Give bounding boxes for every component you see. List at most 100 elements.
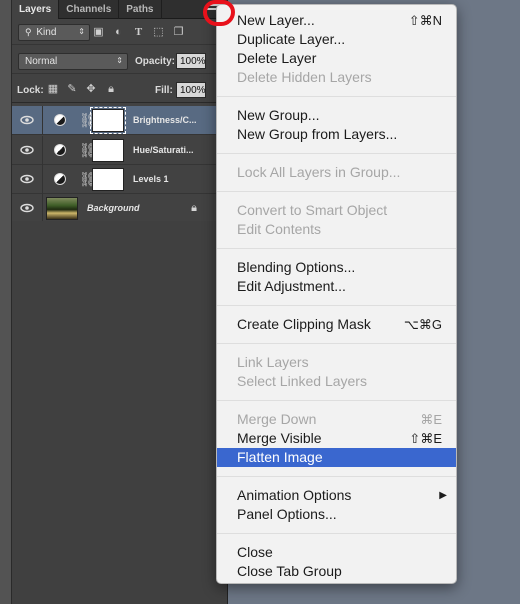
visibility-eye-icon[interactable]	[20, 174, 34, 184]
menu-item-flatten-image[interactable]: Flatten Image	[217, 448, 456, 467]
menu-item-close-tab-group[interactable]: Close Tab Group	[217, 562, 456, 581]
visibility-eye-icon[interactable]	[20, 203, 34, 213]
menu-item-label: New Layer...	[237, 12, 315, 28]
layer-name: Hue/Saturati...	[133, 145, 194, 155]
layer-row-background[interactable]: Background 🔒︎	[12, 194, 227, 223]
lock-all-icon[interactable]: 🔒︎	[105, 83, 117, 95]
menu-item-label: New Group...	[237, 107, 320, 123]
layers-panel-flyout-menu: New Layer... ⇧⌘N Duplicate Layer... Delete …	[216, 4, 457, 584]
opacity-input[interactable]: 100%	[176, 53, 206, 69]
menu-item-blending-options[interactable]: Blending Options...	[217, 258, 456, 277]
menu-item-new-layer[interactable]: New Layer... ⇧⌘N	[217, 11, 456, 30]
menu-item-new-group-from-layers[interactable]: New Group from Layers...	[217, 125, 456, 144]
lock-image-pixels-icon[interactable]: ✎	[66, 83, 78, 95]
menu-item-label: Close	[237, 544, 273, 560]
type-filter-icon[interactable]: T	[132, 26, 145, 38]
menu-item-label: Link Layers	[237, 354, 309, 370]
menu-item-delete-layer[interactable]: Delete Layer	[217, 49, 456, 68]
tab-paths[interactable]: Paths	[119, 0, 162, 19]
menu-separator	[217, 524, 456, 543]
menu-item-new-group[interactable]: New Group...	[217, 106, 456, 125]
menu-item-convert-to-smart-object[interactable]: Convert to Smart Object	[217, 201, 456, 220]
visibility-eye-icon[interactable]	[20, 145, 34, 155]
menu-item-label: Select Linked Layers	[237, 373, 367, 389]
divider	[42, 165, 43, 194]
lock-row: Lock: ▦ ✎ ✥ 🔒︎ Fill: 100%	[12, 77, 227, 103]
menu-separator	[217, 391, 456, 410]
menu-item-delete-hidden-layers[interactable]: Delete Hidden Layers	[217, 68, 456, 87]
menu-item-merge-visible[interactable]: Merge Visible ⇧⌘E	[217, 429, 456, 448]
filter-kind-label: Kind	[36, 27, 57, 38]
smart-object-filter-icon[interactable]: ❐	[172, 26, 185, 38]
menu-item-label: Merge Visible	[237, 430, 322, 446]
tab-layers[interactable]: Layers	[12, 0, 60, 19]
search-icon: ⚲	[25, 27, 32, 37]
adjustment-filter-icon[interactable]: ◐	[112, 26, 125, 38]
menu-item-label: Lock All Layers in Group...	[237, 164, 401, 180]
layer-row-levels[interactable]: ⛓︎ Levels 1	[12, 165, 227, 194]
menu-item-edit-contents[interactable]: Edit Contents	[217, 220, 456, 239]
menu-item-edit-adjustment[interactable]: Edit Adjustment...	[217, 277, 456, 296]
menu-item-label: Delete Hidden Layers	[237, 69, 372, 85]
divider	[42, 106, 43, 135]
adjustment-layer-icon	[54, 173, 66, 185]
annotation-circle	[203, 0, 235, 26]
menu-item-animation-options[interactable]: Animation Options ▶	[217, 486, 456, 505]
menu-item-label: Edit Contents	[237, 221, 322, 237]
lock-position-icon[interactable]: ✥	[85, 83, 97, 95]
menu-item-panel-options[interactable]: Panel Options...	[217, 505, 456, 524]
menu-item-label: Convert to Smart Object	[237, 202, 388, 218]
menu-separator	[217, 296, 456, 315]
pixel-filter-icon[interactable]: ▣	[92, 26, 105, 38]
menu-item-duplicate-layer[interactable]: Duplicate Layer...	[217, 30, 456, 49]
menu-item-shortcut: ⌘E	[420, 412, 442, 427]
menu-item-lock-all-layers-in-group[interactable]: Lock All Layers in Group...	[217, 163, 456, 182]
menu-item-select-linked-layers[interactable]: Select Linked Layers	[217, 372, 456, 391]
menu-item-create-clipping-mask[interactable]: Create Clipping Mask ⌥⌘G	[217, 315, 456, 334]
divider	[42, 194, 43, 223]
tab-channels[interactable]: Channels	[59, 0, 120, 19]
blend-row: Normal ⇕ Opacity: 100%	[12, 48, 227, 74]
updown-arrow-icon: ⇕	[116, 56, 123, 65]
shape-filter-icon[interactable]: ⬚	[152, 26, 165, 38]
adjustment-layer-icon	[54, 114, 66, 126]
menu-item-label: Duplicate Layer...	[237, 31, 346, 47]
layer-name: Levels 1	[133, 174, 169, 184]
menu-item-label: Close Tab Group	[237, 563, 342, 579]
menu-item-label: Blending Options...	[237, 259, 356, 275]
filter-kind-select[interactable]: ⚲ Kind ⇕	[18, 24, 90, 41]
layer-name: Brightness/C...	[133, 115, 197, 125]
menu-item-label: Animation Options	[237, 487, 352, 503]
menu-item-merge-down[interactable]: Merge Down ⌘E	[217, 410, 456, 429]
panel-dock-strip	[0, 0, 12, 604]
layers-panel: Layers Channels Paths ⚲ Kind ⇕ ▣ ◐ T ⬚ ❐…	[0, 0, 228, 604]
menu-separator	[217, 239, 456, 258]
menu-separator	[217, 334, 456, 353]
panel-tabs: Layers Channels Paths	[12, 0, 227, 19]
menu-item-shortcut: ⇧⌘N	[408, 13, 442, 28]
blend-mode-value: Normal	[25, 56, 58, 67]
link-chain-icon: ⛓︎	[79, 171, 97, 187]
updown-arrow-icon: ⇕	[78, 27, 85, 36]
layer-image-thumbnail[interactable]	[46, 197, 78, 220]
visibility-eye-icon[interactable]	[20, 115, 34, 125]
link-chain-icon: ⛓︎	[79, 112, 97, 128]
fill-input[interactable]: 100%	[176, 82, 206, 98]
menu-item-close[interactable]: Close	[217, 543, 456, 562]
submenu-arrow-icon: ▶	[439, 490, 447, 501]
blend-mode-select[interactable]: Normal ⇕	[18, 53, 128, 70]
menu-item-label: Flatten Image	[237, 449, 323, 465]
menu-item-shortcut: ⇧⌘E	[409, 431, 442, 446]
layer-mask-thumbnail[interactable]	[90, 107, 126, 134]
adjustment-layer-icon	[54, 144, 66, 156]
layer-row-brightness[interactable]: ⛓︎ Brightness/C...	[12, 106, 227, 135]
menu-separator	[217, 182, 456, 201]
layer-mask-thumbnail[interactable]	[92, 139, 124, 162]
menu-item-link-layers[interactable]: Link Layers	[217, 353, 456, 372]
fill-label: Fill:	[155, 85, 173, 96]
layer-row-hue-saturation[interactable]: ⛓︎ Hue/Saturati...	[12, 136, 227, 165]
layer-mask-thumbnail[interactable]	[92, 168, 124, 191]
lock-transparent-pixels-icon[interactable]: ▦	[47, 83, 59, 95]
menu-item-shortcut: ⌥⌘G	[403, 317, 442, 332]
layers-list-empty-area	[12, 221, 227, 604]
